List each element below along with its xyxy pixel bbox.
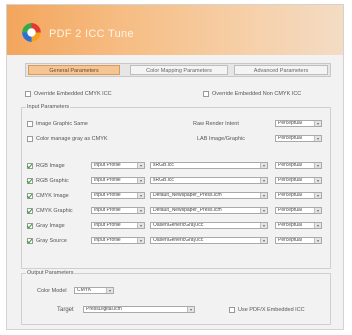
rgb-image-intent-select[interactable]: Perceptual	[275, 162, 322, 169]
gray-source-profile-select[interactable]: Input Profile	[91, 237, 145, 244]
image-graphic-same-label: Image Graphic Same	[36, 121, 88, 127]
chevron-down-icon	[314, 193, 321, 198]
chevron-down-icon	[260, 223, 267, 228]
raw-render-intent-value: Perceptual	[278, 121, 302, 126]
cmyk-image-intent-select[interactable]: Perceptual	[275, 192, 322, 199]
output-parameters-label: Output Parameters	[26, 270, 75, 276]
app-title: PDF 2 ICC Tune	[49, 28, 134, 40]
gray-image-intent-select[interactable]: Perceptual	[275, 222, 322, 229]
chevron-down-icon	[314, 223, 321, 228]
chevron-down-icon	[260, 208, 267, 213]
input-parameters-label: Input Parameters	[26, 104, 71, 110]
chevron-down-icon	[314, 178, 321, 183]
tab-general-parameters[interactable]: General Parameters	[28, 65, 120, 75]
raw-render-intent-label: Raw Render Intent	[193, 121, 239, 127]
cmyk-graphic-icc-select[interactable]: Default_Newspaper_Press.icm	[150, 207, 268, 214]
color-model-value: CMYK	[77, 288, 92, 293]
color-model-label: Color Model	[37, 288, 67, 294]
raw-render-intent-select[interactable]: Perceptual	[275, 120, 322, 127]
gray-image-label: Gray Image	[36, 223, 65, 229]
chevron-down-icon	[314, 238, 321, 243]
cmyk-graphic-checkbox[interactable]	[27, 208, 33, 214]
target-value: PressDigital.icm	[86, 307, 122, 312]
tab-bar: General Parameters Color Mapping Paramet…	[25, 63, 331, 77]
rgb-graphic-checkbox[interactable]	[27, 178, 33, 184]
cmyk-image-icc-select[interactable]: Default_Newspaper_Press.icm	[150, 192, 268, 199]
cmyk-image-profile-select[interactable]: Input Profile	[91, 192, 145, 199]
chevron-down-icon	[187, 307, 194, 312]
gray-image-profile-select[interactable]: Input Profile	[91, 222, 145, 229]
rgb-graphic-label: RGB Graphic	[36, 178, 69, 184]
override-cmyk-checkbox[interactable]	[25, 91, 31, 97]
gray-source-intent-select[interactable]: Perceptual	[275, 237, 322, 244]
override-non-cmyk-label: Override Embedded Non CMYK ICC	[212, 91, 302, 97]
lab-image-graphic-select[interactable]: Perceptual	[275, 135, 322, 142]
lab-image-graphic-label: LAB Image/Graphic	[197, 136, 245, 142]
cmyk-graphic-profile-select[interactable]: Input Profile	[91, 207, 145, 214]
input-parameters-group: Input Parameters	[21, 104, 331, 269]
override-non-cmyk-checkbox[interactable]	[203, 91, 209, 97]
color-manage-gray-label: Color manage gray as CMYK	[36, 136, 108, 142]
chevron-down-icon	[260, 238, 267, 243]
rgb-graphic-icc-select[interactable]: sRGB.icc	[150, 177, 268, 184]
image-graphic-same-checkbox[interactable]	[27, 121, 33, 127]
chevron-down-icon	[137, 208, 144, 213]
color-wheel-icon	[22, 23, 41, 42]
use-pdfx-embedded-label: Use PDF/X Embedded ICC	[238, 307, 305, 313]
cmyk-graphic-intent-select[interactable]: Perceptual	[275, 207, 322, 214]
target-label: Target	[57, 307, 74, 313]
chevron-down-icon	[137, 193, 144, 198]
rgb-graphic-profile-select[interactable]: Input Profile	[91, 177, 145, 184]
chevron-down-icon	[314, 163, 321, 168]
color-manage-gray-checkbox[interactable]	[27, 136, 33, 142]
rgb-image-profile-select[interactable]: Input Profile	[91, 162, 145, 169]
cmyk-image-checkbox[interactable]	[27, 193, 33, 199]
target-select[interactable]: PressDigital.icm	[83, 306, 195, 313]
lab-image-graphic-value: Perceptual	[278, 136, 302, 141]
rgb-graphic-intent-select[interactable]: Perceptual	[275, 177, 322, 184]
color-model-select[interactable]: CMYK	[74, 287, 114, 294]
gray-image-icc-select[interactable]: OasenGenericGray.icc	[150, 222, 268, 229]
gray-source-icc-select[interactable]: OasenGenericGray.icc	[150, 237, 268, 244]
chevron-down-icon	[260, 193, 267, 198]
rgb-image-icc-select[interactable]: sRGB.icc	[150, 162, 268, 169]
gray-source-checkbox[interactable]	[27, 238, 33, 244]
rgb-image-checkbox[interactable]	[27, 163, 33, 169]
chevron-down-icon	[137, 223, 144, 228]
chevron-down-icon	[314, 121, 321, 126]
gray-source-label: Gray Source	[36, 238, 67, 244]
chevron-down-icon	[314, 208, 321, 213]
chevron-down-icon	[137, 238, 144, 243]
app-banner: PDF 2 ICC Tune	[7, 5, 343, 55]
chevron-down-icon	[137, 178, 144, 183]
cmyk-graphic-label: CMYK Graphic	[36, 208, 73, 214]
chevron-down-icon	[314, 136, 321, 141]
chevron-down-icon	[260, 178, 267, 183]
gray-image-checkbox[interactable]	[27, 223, 33, 229]
app-window: PDF 2 ICC Tune General Parameters Color …	[6, 4, 344, 330]
cmyk-image-label: CMYK Image	[36, 193, 69, 199]
rgb-image-label: RGB Image	[36, 163, 65, 169]
chevron-down-icon	[260, 163, 267, 168]
chevron-down-icon	[106, 288, 113, 293]
chevron-down-icon	[137, 163, 144, 168]
tab-color-mapping-parameters[interactable]: Color Mapping Parameters	[130, 65, 228, 75]
output-parameters-group: Output Parameters	[21, 270, 331, 325]
override-cmyk-label: Override Embedded CMYK ICC	[34, 91, 112, 97]
use-pdfx-embedded-checkbox[interactable]	[229, 307, 235, 313]
tab-advanced-parameters[interactable]: Advanced Parameters	[234, 65, 328, 75]
